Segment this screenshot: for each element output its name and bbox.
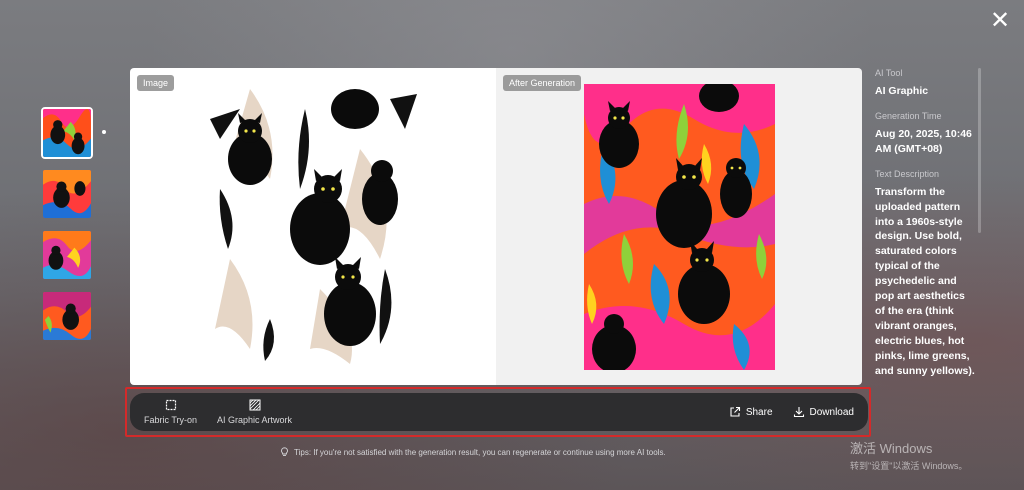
fabric-tryon-button[interactable]: Fabric Try-on xyxy=(144,399,197,425)
share-button[interactable]: Share xyxy=(729,406,773,418)
thumbnail-3[interactable] xyxy=(41,229,93,281)
selection-indicator xyxy=(102,130,106,134)
share-icon xyxy=(730,406,740,417)
thumbnail-image xyxy=(43,231,91,279)
download-button[interactable]: Download xyxy=(793,406,854,418)
download-label: Download xyxy=(809,406,854,418)
generated-image-pane: After Generation xyxy=(496,68,862,385)
thumbnail-4[interactable] xyxy=(41,290,93,342)
text-description-label: Text Description xyxy=(875,168,940,179)
download-icon xyxy=(793,407,804,418)
ai-graphic-artwork-button[interactable]: AI Graphic Artwork xyxy=(217,399,292,425)
text-description-value: Transform the uploaded pattern into a 19… xyxy=(875,185,975,377)
ai-tool-label: AI Tool xyxy=(875,68,903,78)
thumbnail-1[interactable] xyxy=(41,107,93,159)
thumbnail-image xyxy=(43,109,91,157)
watermark-line-1: 激活 Windows xyxy=(850,441,933,456)
original-pattern-image xyxy=(209,89,417,364)
fabric-tryon-icon xyxy=(165,399,176,411)
thumbnail-list xyxy=(41,107,93,342)
info-scrollbar[interactable] xyxy=(978,68,981,233)
generation-time-value: Aug 20, 2025, 10:46 AM (GMT+08) xyxy=(875,127,972,155)
close-icon[interactable]: ✕ xyxy=(988,7,1012,34)
watermark-line-2: 转到"设置"以激活 Windows。 xyxy=(850,461,968,471)
image-compare-panel: Image After Generation xyxy=(130,68,862,385)
thumbnail-2[interactable] xyxy=(41,168,93,220)
generation-info-panel: AI Tool AI Graphic Generation Time Aug 2… xyxy=(875,68,975,388)
share-label: Share xyxy=(745,406,773,418)
original-image-pane: Image xyxy=(130,68,496,385)
graphic-artwork-icon xyxy=(249,399,261,411)
generated-image-tag: After Generation xyxy=(503,75,582,91)
action-toolbar: Fabric Try-on AI Graphic Artwork Share D… xyxy=(130,393,868,431)
original-image-tag: Image xyxy=(137,75,175,91)
ai-tool-value: AI Graphic xyxy=(875,85,929,97)
fabric-tryon-label: Fabric Try-on xyxy=(144,415,198,425)
lightbulb-icon xyxy=(281,447,288,456)
tips-text: Tips: If you're not satisfied with the g… xyxy=(294,447,666,457)
thumbnail-image xyxy=(43,292,91,340)
windows-activation-watermark: 激活 Windows 转到"设置"以激活 Windows。 xyxy=(850,438,967,472)
graphic-artwork-label: AI Graphic Artwork xyxy=(217,415,293,425)
thumbnail-image xyxy=(43,170,91,218)
tips-bar: Tips: If you're not satisfied with the g… xyxy=(280,447,666,457)
generation-time-label: Generation Time xyxy=(875,110,942,121)
generated-pattern-image xyxy=(583,83,775,370)
